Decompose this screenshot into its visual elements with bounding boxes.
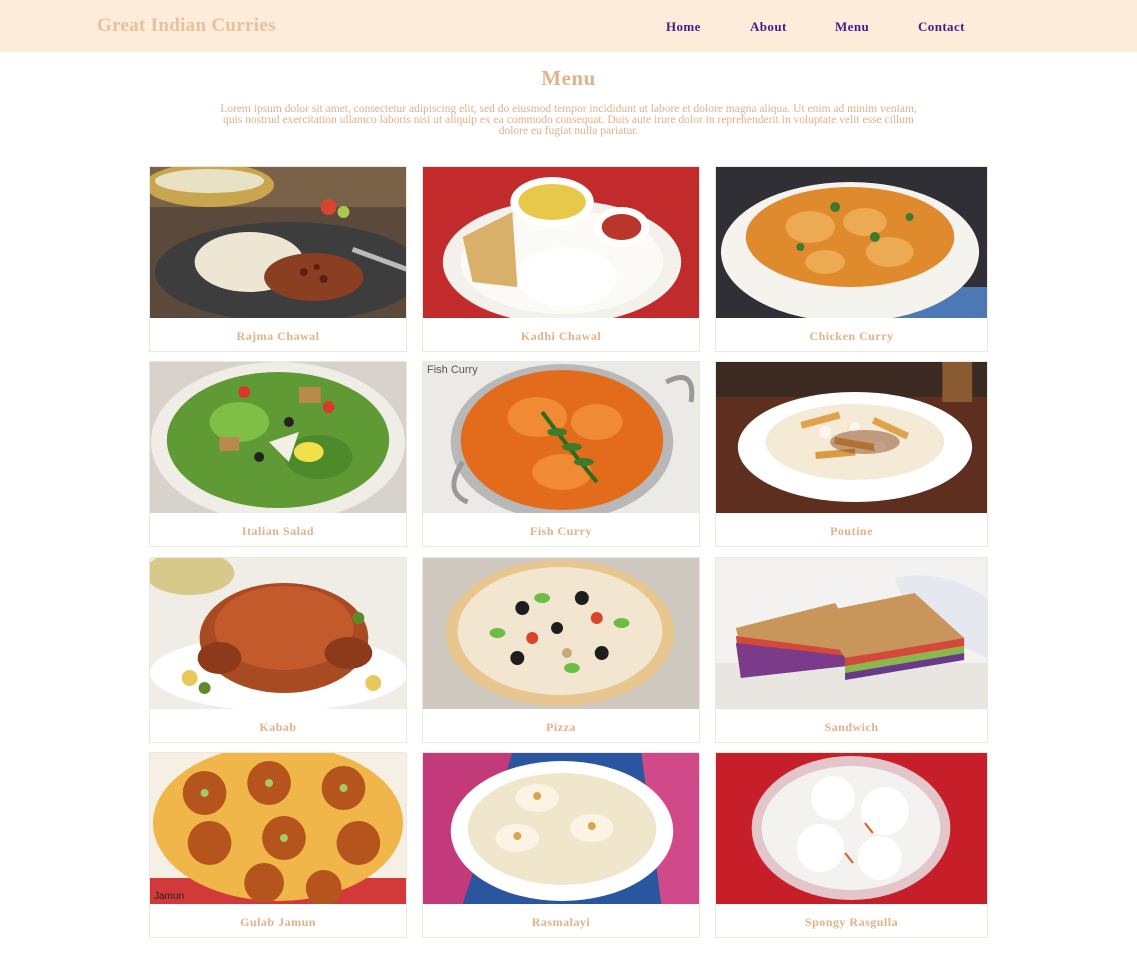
page-title: Menu xyxy=(541,66,596,90)
dish-name: Italian Salad xyxy=(241,524,315,538)
nav-home-link[interactable]: Home xyxy=(666,19,701,35)
dish-photo-rasmalayi xyxy=(423,753,699,904)
menu-card-pizza[interactable]: Pizza xyxy=(422,557,700,743)
menu-card-sandwich[interactable]: Sandwich xyxy=(715,557,988,743)
menu-card-italian-salad[interactable]: Italian Salad xyxy=(149,361,407,547)
nav-contact-link[interactable]: Contact xyxy=(918,19,965,35)
dish-name: Fish Curry xyxy=(530,524,592,538)
dish-photo-pizza xyxy=(423,558,699,709)
nav-menu-link[interactable]: Menu xyxy=(835,19,869,35)
dish-name: Pizza xyxy=(546,720,576,734)
dish-photo-kabab xyxy=(150,558,406,709)
menu-card-gulab-jamun[interactable]: Jamun Gulab Jamun xyxy=(149,752,407,938)
intro-line: dolore eu fugiat nulla pariatur. xyxy=(498,125,639,137)
dish-name: Sandwich xyxy=(824,720,879,734)
dish-name: Rasmalayi xyxy=(531,915,591,929)
photo-caption: Fish Curry xyxy=(427,364,478,376)
dish-photo-poutine xyxy=(716,362,987,513)
menu-card-kadhi-chawal[interactable]: Kadhi Chawal xyxy=(422,166,700,352)
photo-caption: Jamun xyxy=(154,891,185,902)
menu-card-chicken-curry[interactable]: Chicken Curry xyxy=(715,166,988,352)
menu-card-kabab[interactable]: Kabab xyxy=(149,557,407,743)
dish-photo-chicken-curry xyxy=(716,167,987,318)
dish-name: Gulab Jamun xyxy=(240,915,316,929)
dish-name: Rajma Chawal xyxy=(236,329,320,343)
dish-photo-gulab-jamun: Jamun xyxy=(150,753,406,904)
brand-logo[interactable]: Great Indian Curries xyxy=(97,15,276,37)
menu-card-spongy-rasgulla[interactable]: Spongy Rasgulla xyxy=(715,752,988,938)
nav-about-link[interactable]: About xyxy=(750,19,787,35)
intro-text: Lorem ipsum dolor sit amet, consectetur … xyxy=(110,103,1027,137)
menu-card-rajma-chawal[interactable]: Rajma Chawal xyxy=(149,166,407,352)
navbar: Great Indian Curries Home About Menu Con… xyxy=(0,0,1137,52)
dish-photo-sandwich xyxy=(716,558,987,709)
menu-card-fish-curry[interactable]: Fish Curry Fish Curry xyxy=(422,361,700,547)
dish-photo-kadhi-chawal xyxy=(423,167,699,318)
dish-photo-rajma-chawal xyxy=(150,167,406,318)
dish-photo-fish-curry: Fish Curry xyxy=(423,362,699,513)
dish-name: Chicken Curry xyxy=(809,329,894,343)
dish-photo-spongy-rasgulla xyxy=(716,753,987,904)
menu-card-poutine[interactable]: Poutine xyxy=(715,361,988,547)
dish-name: Poutine xyxy=(830,524,873,538)
dish-name: Kabab xyxy=(259,720,297,734)
dish-photo-italian-salad xyxy=(150,362,406,513)
menu-card-rasmalayi[interactable]: Rasmalayi xyxy=(422,752,700,938)
dish-name: Spongy Rasgulla xyxy=(804,915,899,929)
dish-name: Kadhi Chawal xyxy=(520,329,602,343)
